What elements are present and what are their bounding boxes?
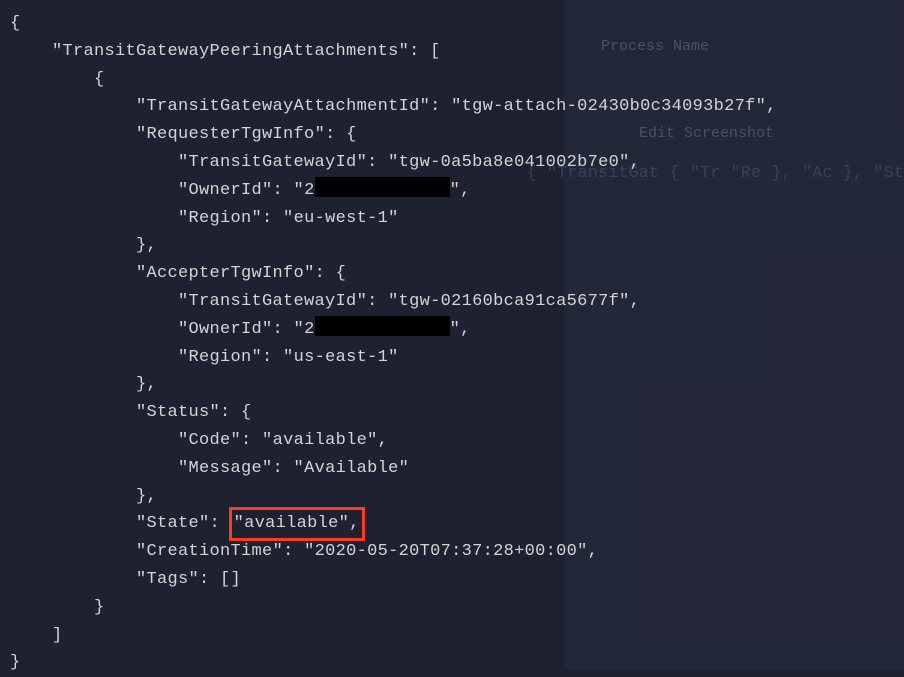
- status-message-value: Available: [304, 459, 399, 478]
- accepter-tgw-value: tgw-02160bca91ca5677f: [399, 292, 620, 311]
- redacted-owner-id: [315, 177, 450, 197]
- requester-owner-prefix: 2: [304, 181, 315, 200]
- accepter-region-value: us-east-1: [294, 348, 389, 367]
- requester-owner-key: OwnerId: [189, 181, 263, 200]
- redacted-owner-id: [315, 316, 450, 336]
- root-key: TransitGatewayPeeringAttachments: [63, 42, 399, 61]
- status-message-key: Message: [189, 459, 263, 478]
- accepter-tgw-key: TransitGatewayId: [189, 292, 357, 311]
- status-key: Status: [147, 403, 210, 422]
- requester-tgw-key: TransitGatewayId: [189, 153, 357, 172]
- status-code-key: Code: [189, 431, 231, 450]
- status-code-value: available: [273, 431, 368, 450]
- requester-region-value: eu-west-1: [294, 209, 389, 228]
- json-output: { "TransitGatewayPeeringAttachments": [ …: [0, 0, 904, 677]
- attachment-id-key: TransitGatewayAttachmentId: [147, 97, 420, 116]
- creation-time-key: CreationTime: [147, 542, 273, 561]
- tags-key: Tags: [147, 570, 189, 589]
- requester-tgw-value: tgw-0a5ba8e041002b7e0: [399, 153, 620, 172]
- requester-region-key: Region: [189, 209, 252, 228]
- state-value: available: [244, 514, 339, 533]
- accepter-region-key: Region: [189, 348, 252, 367]
- creation-time-value: 2020-05-20T07:37:28+00:00: [315, 542, 578, 561]
- accepter-owner-key: OwnerId: [189, 320, 263, 339]
- state-key: State: [147, 514, 200, 533]
- attachment-id-value: tgw-attach-02430b0c34093b27f: [462, 97, 756, 116]
- accepter-key: AccepterTgwInfo: [147, 264, 305, 283]
- accepter-owner-prefix: 2: [304, 320, 315, 339]
- requester-key: RequesterTgwInfo: [147, 125, 315, 144]
- state-highlight: "available",: [229, 507, 365, 541]
